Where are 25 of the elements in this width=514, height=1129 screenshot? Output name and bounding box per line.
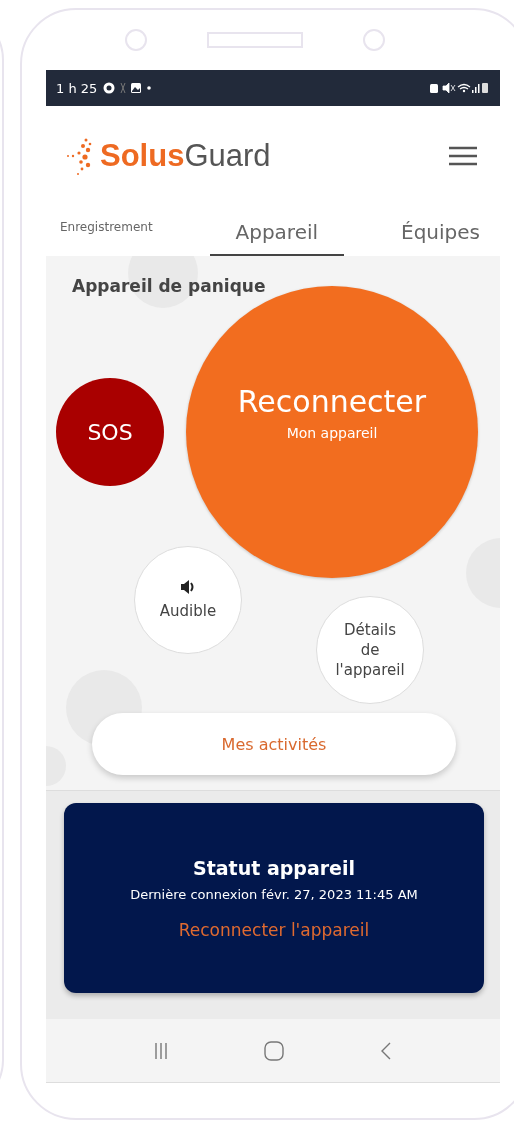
audible-button[interactable]: Audible [134, 546, 242, 654]
speaker-icon [180, 580, 196, 594]
camera-icon [125, 29, 147, 51]
signal-icon [472, 84, 480, 93]
tab[interactable]: Équipes [393, 220, 488, 256]
home-icon[interactable] [264, 1040, 284, 1061]
headphones-icon [103, 82, 115, 94]
app-logo: SolusGuard [100, 138, 271, 174]
back-icon[interactable] [380, 1040, 392, 1061]
sos-button[interactable]: SOS [56, 378, 164, 486]
speaker-icon [207, 32, 303, 48]
sensor-icon [363, 29, 385, 51]
card-title: Statut appareil [193, 856, 355, 879]
clock-text: 1 h 25 [56, 80, 98, 96]
recent-apps-icon[interactable] [154, 1041, 168, 1060]
reconnect-link[interactable]: Reconnecter l'appareil [178, 919, 370, 940]
last-connection-text: Dernière connexion févr. 27, 2023 11:45 AM [130, 886, 418, 902]
dot-icon [147, 86, 152, 90]
battery-icon [482, 83, 488, 93]
image-icon [131, 83, 142, 93]
device-details-button[interactable]: Détails de l'appareil [316, 596, 424, 704]
activities-button[interactable]: Mes activités [92, 713, 456, 775]
tab[interactable]: Enregistrement [60, 220, 161, 256]
wifi-icon [457, 83, 471, 93]
mute-icon [442, 82, 456, 94]
